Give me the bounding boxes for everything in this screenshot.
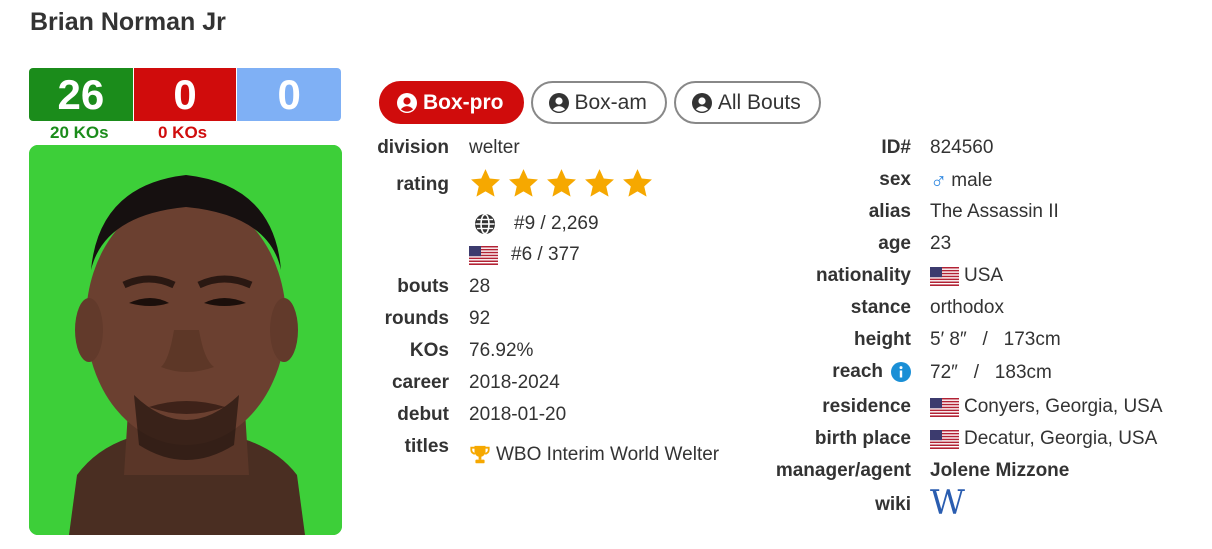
rating-stars xyxy=(469,167,654,200)
nationality-label: nationality xyxy=(815,265,911,286)
height-label: height xyxy=(854,329,911,350)
age-value: 23 xyxy=(930,233,952,254)
wins-count: 26 xyxy=(29,68,133,121)
bouts-value: 28 xyxy=(469,276,491,297)
boxer-name: Brian Norman Jr xyxy=(30,8,226,36)
star-icon xyxy=(509,169,538,197)
us-flag-icon xyxy=(930,266,959,286)
id-label: ID# xyxy=(881,137,911,158)
us-flag-icon xyxy=(930,397,959,417)
titles-label: titles xyxy=(404,436,449,457)
globe-icon xyxy=(475,213,495,235)
division-label: division xyxy=(377,137,449,158)
user-circle-icon xyxy=(548,92,569,113)
bout-tabs: Box-pro Box-am All Bouts xyxy=(379,81,821,124)
career-value: 2018-2024 xyxy=(469,372,560,393)
rounds-label: rounds xyxy=(384,308,449,329)
nationality-text: USA xyxy=(964,265,1004,286)
boxer-photo xyxy=(29,145,342,535)
rounds-value: 92 xyxy=(469,308,491,329)
tab-label: Box-am xyxy=(574,90,647,114)
tab-label: Box-pro xyxy=(423,90,504,114)
debut-label: debut xyxy=(397,404,449,425)
birth-place-text: Decatur, Georgia, USA xyxy=(964,428,1158,449)
debut-value: 2018-01-20 xyxy=(469,404,567,425)
nationality-value[interactable]: USA xyxy=(930,265,1003,287)
world-rank[interactable]: #9 / 2,269 xyxy=(473,212,599,236)
sex-value: ♂ male xyxy=(930,167,992,194)
reach-label: reach xyxy=(832,361,883,382)
losses-count: 0 xyxy=(133,68,237,121)
kos-label: KOs xyxy=(409,340,449,361)
title-item[interactable]: WBO Interim World Welter xyxy=(469,444,719,466)
tab-box-am[interactable]: Box-am xyxy=(530,81,667,124)
reach-value: 72″ / 183cm xyxy=(930,362,1052,383)
male-icon: ♂ xyxy=(930,167,948,193)
user-circle-icon xyxy=(397,92,417,113)
age-label: age xyxy=(878,233,911,254)
wikipedia-icon[interactable]: W xyxy=(930,486,965,520)
tab-box-pro[interactable]: Box-pro xyxy=(379,81,524,124)
sex-label: sex xyxy=(879,169,911,190)
alias-label: alias xyxy=(868,201,911,222)
stance-value: orthodox xyxy=(930,297,1004,318)
birth-place-value[interactable]: Decatur, Georgia, USA xyxy=(930,428,1157,450)
residence-label: residence xyxy=(822,396,911,417)
sex-text: male xyxy=(951,169,993,191)
star-icon xyxy=(471,169,500,197)
tab-label: All Bouts xyxy=(717,90,801,114)
residence-text: Conyers, Georgia, USA xyxy=(964,396,1163,417)
wiki-label: wiki xyxy=(875,494,911,515)
star-icon xyxy=(547,169,576,197)
info-icon[interactable] xyxy=(891,362,911,382)
division-value: welter xyxy=(469,137,520,158)
loss-kos: 0 KOs xyxy=(158,123,208,142)
world-rank-value: #9 / 2,269 xyxy=(514,213,599,234)
stance-label: stance xyxy=(850,297,911,318)
win-kos: 20 KOs xyxy=(50,123,109,142)
record-bar: 26 0 0 xyxy=(29,68,342,121)
country-rank[interactable]: #6 / 377 xyxy=(469,244,580,266)
star-icon xyxy=(623,169,652,197)
user-circle-icon xyxy=(691,92,712,113)
reach-label-group: reach xyxy=(832,361,911,383)
alias-value: The Assassin II xyxy=(930,201,1059,222)
tab-all-bouts[interactable]: All Bouts xyxy=(673,81,821,124)
height-value: 5′ 8″ / 173cm xyxy=(930,329,1061,350)
star-icon xyxy=(585,169,614,197)
wiki-glyph: W xyxy=(930,483,965,523)
us-flag-icon xyxy=(469,245,498,265)
residence-value[interactable]: Conyers, Georgia, USA xyxy=(930,396,1163,418)
manager-label: manager/agent xyxy=(775,460,911,481)
manager-value[interactable]: Jolene Mizzone xyxy=(930,460,1069,482)
rating-label: rating xyxy=(396,174,449,195)
birth-place-label: birth place xyxy=(814,428,911,449)
kos-value: 76.92% xyxy=(469,340,534,361)
id-value: 824560 xyxy=(930,137,994,158)
draws-count: 0 xyxy=(237,68,342,121)
country-rank-value: #6 / 377 xyxy=(511,244,580,265)
bouts-label: bouts xyxy=(397,276,449,297)
us-flag-icon xyxy=(930,429,959,449)
career-label: career xyxy=(391,372,449,393)
title-value: WBO Interim World Welter xyxy=(496,444,720,465)
trophy-icon xyxy=(470,445,490,464)
